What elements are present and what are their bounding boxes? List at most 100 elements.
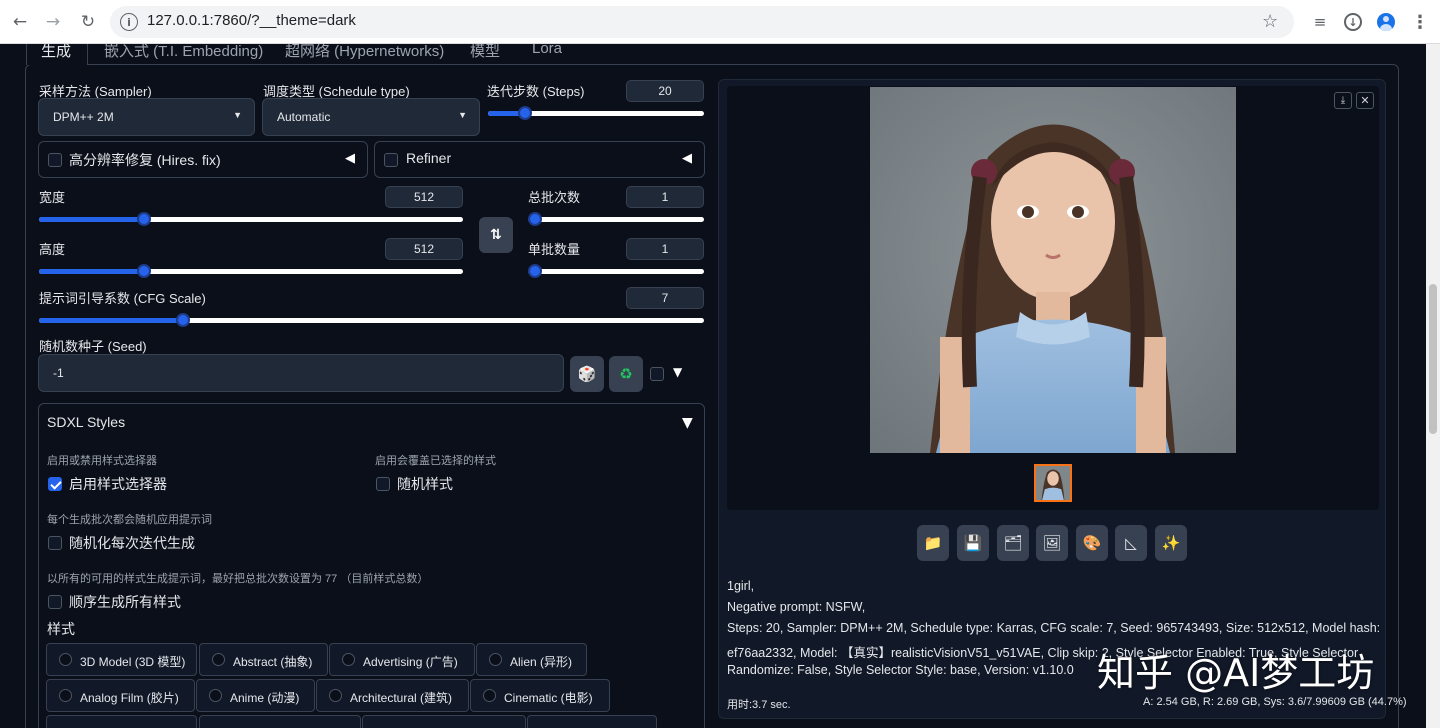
scrollbar-thumb[interactable] (1429, 284, 1437, 434)
sampler-value: DPM++ 2M (53, 110, 114, 124)
style-option-label: Anime (动漫) (230, 691, 300, 705)
url-text[interactable]: 127.0.0.1:7860/?__theme=dark (147, 12, 356, 29)
info-icon[interactable]: i (120, 13, 138, 31)
arrow-left-icon[interactable]: ← (6, 8, 34, 36)
radio-icon (212, 653, 225, 666)
download-icon[interactable]: ⤓ (1334, 92, 1352, 109)
output-params-line1: Steps: 20, Sampler: DPM++ 2M, Schedule t… (727, 621, 1381, 635)
style-option[interactable]: Abstract (抽象) (199, 643, 328, 676)
collapse-left-icon[interactable]: ◀ (345, 151, 355, 166)
random-style-checkbox[interactable] (376, 477, 390, 491)
refiner-accordion[interactable]: Refiner ◀ (374, 141, 705, 178)
batch-count-label: 总批次数 (528, 190, 581, 205)
style-option-label: Alien (异形) (510, 655, 573, 669)
output-negative-prompt: Negative prompt: NSFW, (727, 600, 866, 614)
width-number-input[interactable]: 512 (385, 186, 463, 208)
generate-all-styles-checkbox[interactable] (48, 595, 62, 609)
randomize-each-iteration-checkbox[interactable] (48, 536, 62, 550)
thumbnail-image (1036, 466, 1070, 500)
tab-lora[interactable]: Lora (532, 44, 562, 57)
profile-avatar-icon[interactable] (1372, 8, 1400, 36)
slider-thumb[interactable] (528, 212, 542, 226)
width-label: 宽度 (39, 190, 66, 205)
page-scrollbar[interactable] (1426, 44, 1440, 728)
send-to-img2img-icon[interactable]: 🖼 (1036, 525, 1068, 561)
slider-thumb[interactable] (137, 212, 151, 226)
vram-usage: A: 2.54 GB, R: 2.69 GB, Sys: 3.6/7.99609… (1143, 696, 1407, 708)
folder-icon[interactable]: 📁 (917, 525, 949, 561)
enable-style-selector-label: 启用样式选择器 (69, 476, 167, 492)
cfg-label: 提示词引导系数 (CFG Scale) (39, 291, 206, 306)
address-bar[interactable]: i 127.0.0.1:7860/?__theme=dark ☆ (110, 6, 1294, 38)
tab-models[interactable]: 模型 (470, 44, 500, 61)
radio-icon (59, 653, 72, 666)
close-icon[interactable]: ✕ (1356, 92, 1374, 109)
style-option[interactable]: 3D Model (3D 模型) (46, 643, 197, 676)
seed-extra-checkbox[interactable] (650, 367, 664, 381)
style-option[interactable]: Advertising (广告) (329, 643, 475, 676)
height-slider[interactable] (39, 264, 463, 278)
sdxl-styles-title[interactable]: SDXL Styles (47, 414, 125, 430)
style-option[interactable]: Analog Film (胶片) (46, 679, 195, 712)
collapse-down-icon[interactable]: ▼ (682, 415, 693, 431)
batch-count-slider[interactable] (528, 212, 704, 226)
sparkles-icon[interactable]: ✨ (1155, 525, 1187, 561)
style-option[interactable] (199, 715, 361, 728)
random-style-label: 随机样式 (397, 476, 453, 492)
star-icon[interactable]: ☆ (1262, 11, 1278, 32)
batch-size-number-input[interactable]: 1 (626, 238, 704, 260)
reload-icon[interactable]: ↻ (74, 8, 102, 36)
hires-fix-accordion[interactable]: 高分辨率修复 (Hires. fix) ◀ (38, 141, 368, 178)
seed-input[interactable]: -1 (38, 354, 564, 392)
cfg-slider[interactable] (39, 313, 704, 327)
steps-slider[interactable] (488, 106, 704, 120)
slider-thumb[interactable] (137, 264, 151, 278)
sampler-dropdown[interactable]: DPM++ 2M ▼ (38, 98, 255, 136)
dice-icon[interactable]: 🎲 (570, 356, 604, 392)
style-option[interactable]: Architectural (建筑) (316, 679, 469, 712)
hires-fix-checkbox[interactable] (48, 153, 62, 167)
send-to-inpaint-icon[interactable]: 🎨 (1076, 525, 1108, 561)
style-option[interactable]: Anime (动漫) (196, 679, 315, 712)
gallery-thumbnail[interactable] (1034, 464, 1072, 502)
style-option[interactable] (362, 715, 526, 728)
height-number-input[interactable]: 512 (385, 238, 463, 260)
slider-thumb[interactable] (176, 313, 190, 327)
batch-count-number-input[interactable]: 1 (626, 186, 704, 208)
randomize-each-iteration-label: 随机化每次迭代生成 (69, 535, 195, 551)
slider-thumb[interactable] (518, 106, 532, 120)
cfg-number-input[interactable]: 7 (626, 287, 704, 309)
steps-number-input[interactable]: 20 (626, 80, 704, 102)
radio-icon (209, 689, 222, 702)
download-icon[interactable]: ↓ (1339, 8, 1367, 36)
tab-generate[interactable]: 生成 (41, 44, 71, 61)
swap-arrows-icon[interactable]: ⇅ (479, 217, 513, 253)
width-slider[interactable] (39, 212, 463, 226)
schedule-dropdown[interactable]: Automatic ▼ (262, 98, 480, 136)
batch-size-slider[interactable] (528, 264, 704, 278)
style-option[interactable]: Cinematic (电影) (470, 679, 610, 712)
style-option[interactable]: Alien (异形) (476, 643, 587, 676)
tab-hypernetworks[interactable]: 超网络 (Hypernetworks) (285, 44, 444, 61)
media-list-icon[interactable]: ≡ (1306, 8, 1334, 36)
archive-zip-icon[interactable]: 🗂 (997, 525, 1029, 561)
caret-down-icon: ▼ (233, 110, 242, 120)
recycle-icon[interactable]: ♻ (609, 356, 643, 392)
collapse-left-icon[interactable]: ◀ (682, 151, 692, 166)
height-label: 高度 (39, 242, 66, 257)
tab-embedding[interactable]: 嵌入式 (T.I. Embedding) (104, 44, 263, 61)
style-option[interactable] (527, 715, 657, 728)
steps-label: 迭代步数 (Steps) (487, 84, 585, 99)
send-to-extras-icon[interactable]: ◺ (1115, 525, 1147, 561)
generated-image[interactable] (870, 87, 1236, 453)
arrow-right-icon[interactable]: → (39, 8, 67, 36)
hires-fix-label: 高分辨率修复 (Hires. fix) (69, 152, 221, 168)
enable-style-selector-checkbox[interactable] (48, 477, 62, 491)
save-icon[interactable]: 💾 (957, 525, 989, 561)
style-option[interactable] (46, 715, 197, 728)
expand-down-icon[interactable]: ▼ (673, 365, 682, 379)
style-option-label: 3D Model (3D 模型) (80, 655, 186, 669)
refiner-checkbox[interactable] (384, 153, 398, 167)
slider-thumb[interactable] (528, 264, 542, 278)
more-vert-icon[interactable]: ⋮ (1406, 8, 1434, 36)
